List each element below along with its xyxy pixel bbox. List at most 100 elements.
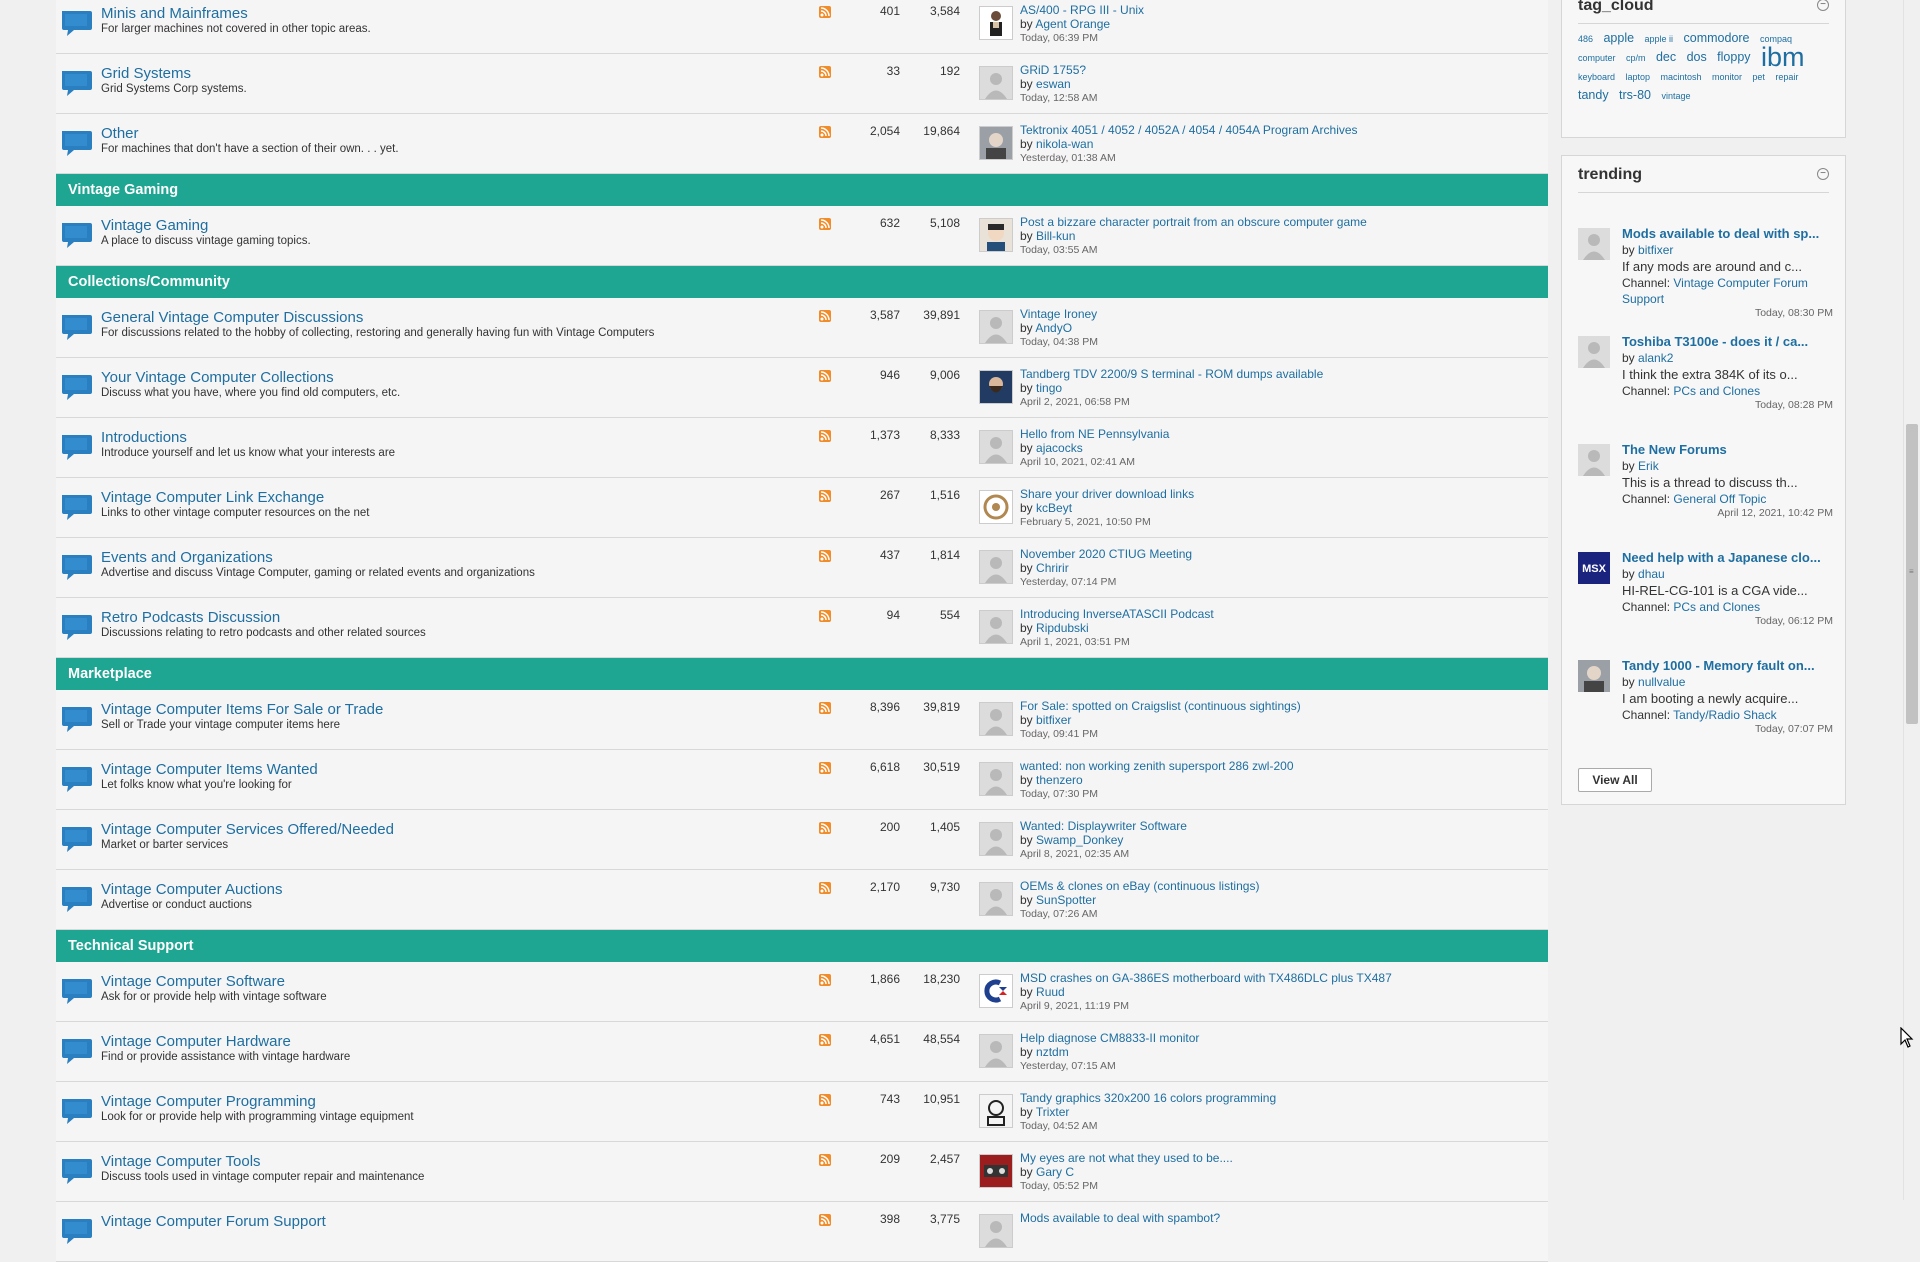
last-post-title-link[interactable]: GRiD 1755? [1020,63,1097,77]
avatar[interactable] [979,6,1013,40]
forum-title-link[interactable]: Grid Systems [101,65,191,82]
tag-link[interactable]: vintage [1661,91,1690,101]
author-link[interactable]: Chririr [1036,561,1069,575]
forum-title-link[interactable]: Vintage Computer Items Wanted [101,761,318,778]
forum-title-link[interactable]: Vintage Computer Services Offered/Needed [101,821,394,838]
forum-title-link[interactable]: Vintage Computer Software [101,973,285,990]
channel-link[interactable]: Tandy/Radio Shack [1673,708,1776,722]
avatar[interactable]: MSX [1578,552,1610,584]
last-post-title-link[interactable]: Tektronix 4051 / 4052 / 4052A / 4054 / 4… [1020,123,1358,137]
last-post-title-link[interactable]: MSD crashes on GA-386ES motherboard with… [1020,971,1392,985]
tag-link[interactable]: tandy [1578,88,1609,102]
scrollbar[interactable]: ≡ [1903,0,1920,1200]
trending-title-link[interactable]: Toshiba T3100e - does it / ca... [1622,334,1808,349]
last-post-title-link[interactable]: AS/400 - RPG III - Unix [1020,3,1144,17]
author-link[interactable]: SunSpotter [1036,893,1096,907]
forum-title-link[interactable]: Minis and Mainframes [101,5,248,22]
tag-link[interactable]: 486 [1578,34,1593,44]
trending-title-link[interactable]: Need help with a Japanese clo... [1622,550,1821,565]
rss-icon[interactable] [819,1034,831,1046]
tag-link[interactable]: dec [1656,50,1676,64]
forum-title-link[interactable]: Events and Organizations [101,549,273,566]
last-post-title-link[interactable]: Mods available to deal with spambot? [1020,1211,1220,1225]
author-link[interactable]: Swamp_Donkey [1036,833,1123,847]
avatar[interactable] [979,1034,1013,1068]
forum-title-link[interactable]: Vintage Computer Items For Sale or Trade [101,701,383,718]
author-link[interactable]: eswan [1036,77,1071,91]
author-link[interactable]: Agent Orange [1035,17,1110,31]
avatar[interactable] [979,702,1013,736]
tag-link[interactable]: apple [1603,31,1634,45]
last-post-title-link[interactable]: Tandy graphics 320x200 16 colors program… [1020,1091,1276,1105]
author-link[interactable]: Trixter [1036,1105,1070,1119]
author-link[interactable]: Ripdubski [1036,621,1089,635]
channel-link[interactable]: PCs and Clones [1673,384,1760,398]
tag-link[interactable]: computer [1578,53,1616,63]
tag-link[interactable]: ibm [1761,42,1805,72]
rss-icon[interactable] [819,702,831,714]
author-link[interactable]: tingo [1036,381,1062,395]
avatar[interactable] [979,430,1013,464]
avatar[interactable] [979,1154,1013,1188]
last-post-title-link[interactable]: My eyes are not what they used to be.... [1020,1151,1233,1165]
rss-icon[interactable] [819,822,831,834]
avatar[interactable] [979,1214,1013,1248]
avatar[interactable] [1578,444,1610,476]
tag-link[interactable]: apple ii [1645,34,1674,44]
forum-title-link[interactable]: General Vintage Computer Discussions [101,309,363,326]
author-link[interactable]: ajacocks [1036,441,1083,455]
rss-icon[interactable] [819,882,831,894]
trending-title-link[interactable]: Mods available to deal with sp... [1622,226,1819,241]
rss-icon[interactable] [819,310,831,322]
last-post-title-link[interactable]: Wanted: Displaywriter Software [1020,819,1187,833]
forum-title-link[interactable]: Your Vintage Computer Collections [101,369,334,386]
avatar[interactable] [979,974,1013,1008]
trending-title-link[interactable]: The New Forums [1622,442,1727,457]
tag-link[interactable]: keyboard [1578,72,1615,82]
last-post-title-link[interactable]: OEMs & clones on eBay (continuous listin… [1020,879,1259,893]
rss-icon[interactable] [819,430,831,442]
last-post-title-link[interactable]: Share your driver download links [1020,487,1194,501]
author-link[interactable]: kcBeyt [1036,501,1072,515]
avatar[interactable] [979,126,1013,160]
forum-title-link[interactable]: Vintage Computer Auctions [101,881,283,898]
tag-link[interactable]: commodore [1684,31,1750,45]
trending-title-link[interactable]: Tandy 1000 - Memory fault on... [1622,658,1815,673]
avatar[interactable] [1578,228,1610,260]
rss-icon[interactable] [819,1154,831,1166]
avatar[interactable] [979,1094,1013,1128]
avatar[interactable] [979,610,1013,644]
forum-title-link[interactable]: Introductions [101,429,187,446]
forum-title-link[interactable]: Vintage Computer Link Exchange [101,489,324,506]
author-link[interactable]: dhau [1638,567,1665,581]
avatar[interactable] [979,490,1013,524]
author-link[interactable]: bitfixer [1638,243,1673,257]
collapse-icon[interactable]: − [1817,0,1829,11]
rss-icon[interactable] [819,974,831,986]
rss-icon[interactable] [819,370,831,382]
forum-title-link[interactable]: Vintage Computer Forum Support [101,1213,326,1230]
author-link[interactable]: thenzero [1036,773,1083,787]
avatar[interactable] [979,310,1013,344]
avatar[interactable] [979,66,1013,100]
forum-title-link[interactable]: Vintage Computer Programming [101,1093,316,1110]
tag-link[interactable]: pet [1752,72,1765,82]
rss-icon[interactable] [819,550,831,562]
last-post-title-link[interactable]: For Sale: spotted on Craigslist (continu… [1020,699,1301,713]
last-post-title-link[interactable]: Tandberg TDV 2200/9 S terminal - ROM dum… [1020,367,1323,381]
avatar[interactable] [1578,336,1610,368]
collapse-icon[interactable]: − [1817,168,1829,180]
tag-link[interactable]: floppy [1717,50,1750,64]
tag-link[interactable]: macintosh [1660,72,1701,82]
avatar[interactable] [979,218,1013,252]
scrollbar-thumb[interactable]: ≡ [1906,424,1918,724]
avatar[interactable] [979,550,1013,584]
rss-icon[interactable] [819,6,831,18]
avatar[interactable] [979,762,1013,796]
last-post-title-link[interactable]: Vintage Ironey [1020,307,1098,321]
channel-link[interactable]: PCs and Clones [1673,600,1760,614]
rss-icon[interactable] [819,610,831,622]
rss-icon[interactable] [819,218,831,230]
avatar[interactable] [1578,660,1610,692]
rss-icon[interactable] [819,1214,831,1226]
